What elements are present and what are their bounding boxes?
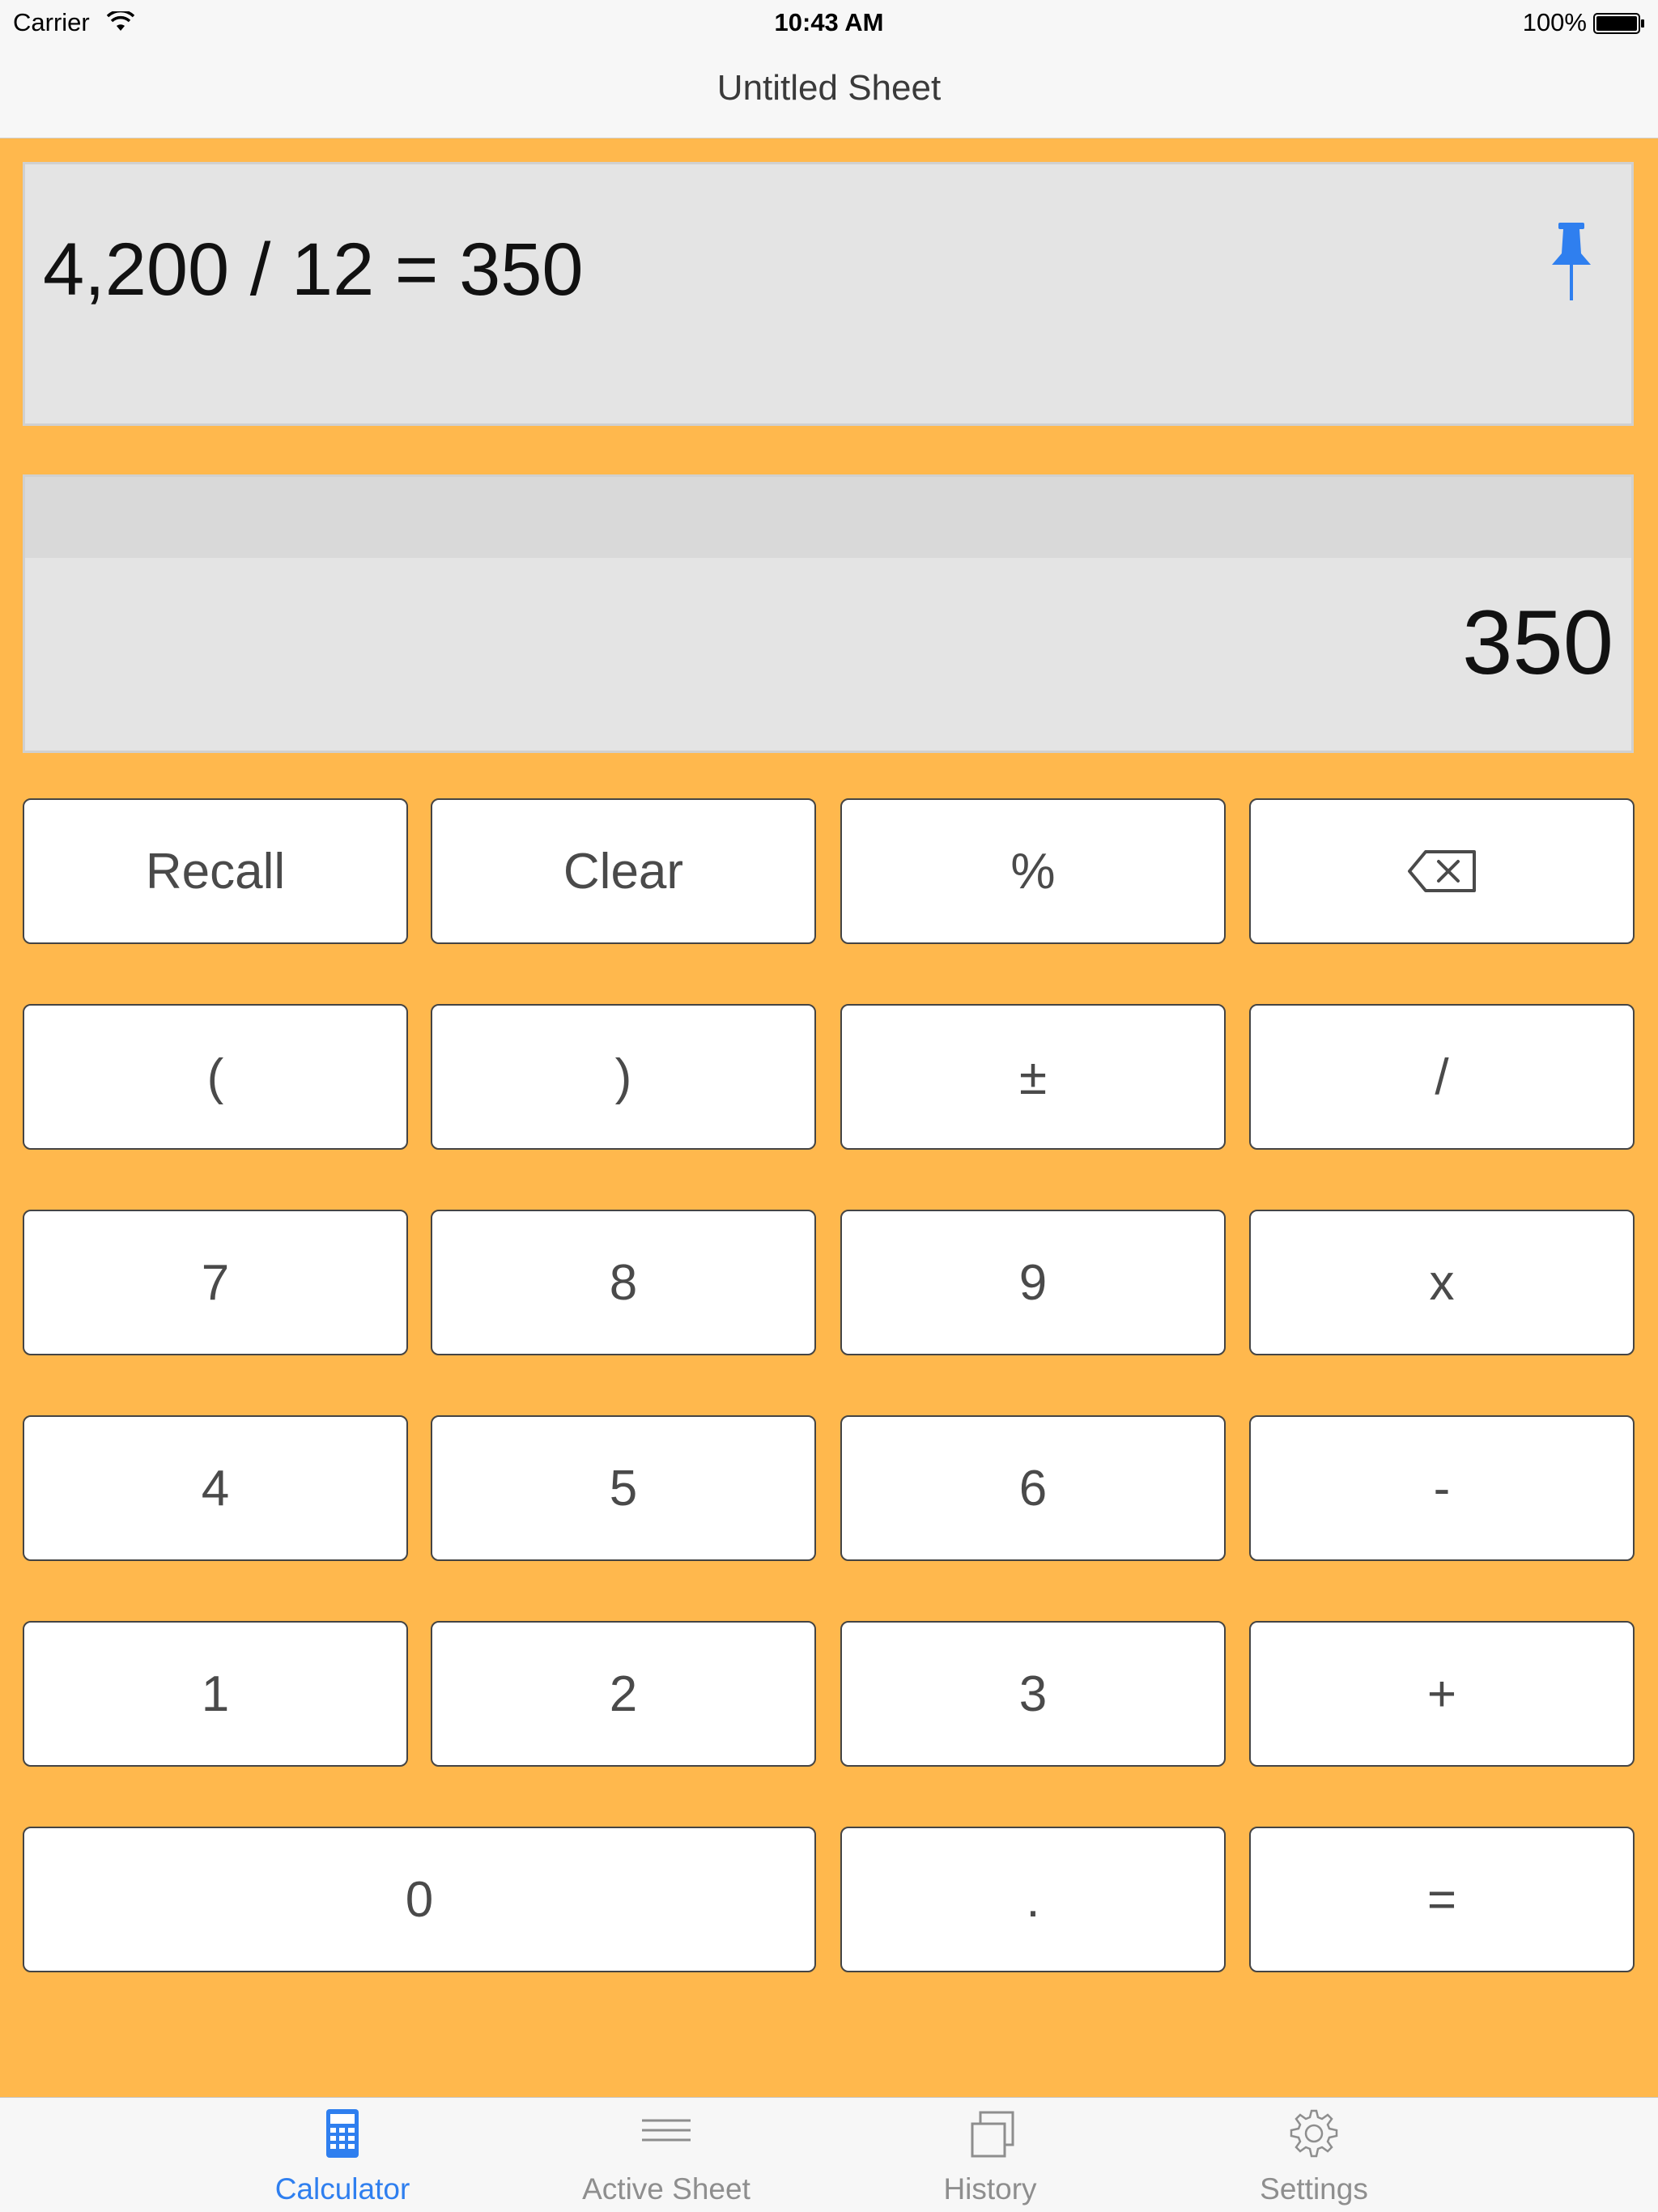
tab-settings[interactable]: Settings (1192, 2098, 1435, 2212)
digit-0-button[interactable]: 0 (23, 1827, 816, 1972)
result-value: 350 (1462, 592, 1613, 693)
tab-label-calculator: Calculator (274, 2172, 410, 2206)
digit-5-button[interactable]: 5 (431, 1415, 816, 1561)
open-paren-button[interactable]: ( (23, 1004, 408, 1150)
lines-icon (642, 2119, 691, 2142)
pin-icon[interactable] (1547, 221, 1596, 302)
tab-history[interactable]: History (869, 2098, 1112, 2212)
navigation-bar: Untitled Sheet (0, 45, 1658, 138)
digit-1-button[interactable]: 1 (23, 1621, 408, 1767)
digit-3-button[interactable]: 3 (840, 1621, 1226, 1767)
percent-button[interactable]: % (840, 798, 1226, 944)
plus-button[interactable]: + (1249, 1621, 1635, 1767)
stacked-pages-icon (971, 2111, 1014, 2158)
page-title: Untitled Sheet (716, 68, 942, 108)
minus-button[interactable]: - (1249, 1415, 1635, 1561)
result-header-strip (25, 477, 1631, 558)
digit-7-button[interactable]: 7 (23, 1210, 408, 1355)
result-panel: 350 (23, 474, 1634, 753)
backspace-button[interactable] (1249, 798, 1635, 944)
decimal-button[interactable]: . (840, 1827, 1226, 1972)
digit-4-button[interactable]: 4 (23, 1415, 408, 1561)
digit-2-button[interactable]: 2 (431, 1621, 816, 1767)
gear-icon (1290, 2109, 1338, 2158)
battery-icon (1593, 13, 1644, 34)
tab-calculator[interactable]: Calculator (221, 2098, 464, 2212)
tab-bar: Calculator Active Sheet History Settings (0, 2097, 1658, 2212)
equals-button[interactable]: = (1249, 1827, 1635, 1972)
battery-percent: 100% (1522, 8, 1587, 36)
digit-6-button[interactable]: 6 (840, 1415, 1226, 1561)
recall-button[interactable]: Recall (23, 798, 408, 944)
tab-label-settings: Settings (1260, 2172, 1368, 2206)
expression-panel: 4,200 / 12 = 350 (23, 162, 1634, 426)
calculator-icon (326, 2109, 359, 2158)
calculator-screen: Carrier 10:43 AM 100% Untitled Sheet 4,2… (0, 0, 1658, 2212)
tab-label-history: History (943, 2172, 1037, 2206)
status-bar: Carrier 10:43 AM 100% (0, 0, 1658, 45)
close-paren-button[interactable]: ) (431, 1004, 816, 1150)
digit-8-button[interactable]: 8 (431, 1210, 816, 1355)
tab-active-sheet[interactable]: Active Sheet (545, 2098, 788, 2212)
multiply-button[interactable]: x (1249, 1210, 1635, 1355)
backspace-icon (1408, 850, 1476, 892)
digit-9-button[interactable]: 9 (840, 1210, 1226, 1355)
divide-button[interactable]: / (1249, 1004, 1635, 1150)
status-time: 10:43 AM (774, 8, 884, 36)
tab-label-active-sheet: Active Sheet (582, 2172, 750, 2206)
clear-button[interactable]: Clear (431, 798, 816, 944)
plus-minus-button[interactable]: ± (840, 1004, 1226, 1150)
expression-text: 4,200 / 12 = 350 (43, 228, 584, 311)
